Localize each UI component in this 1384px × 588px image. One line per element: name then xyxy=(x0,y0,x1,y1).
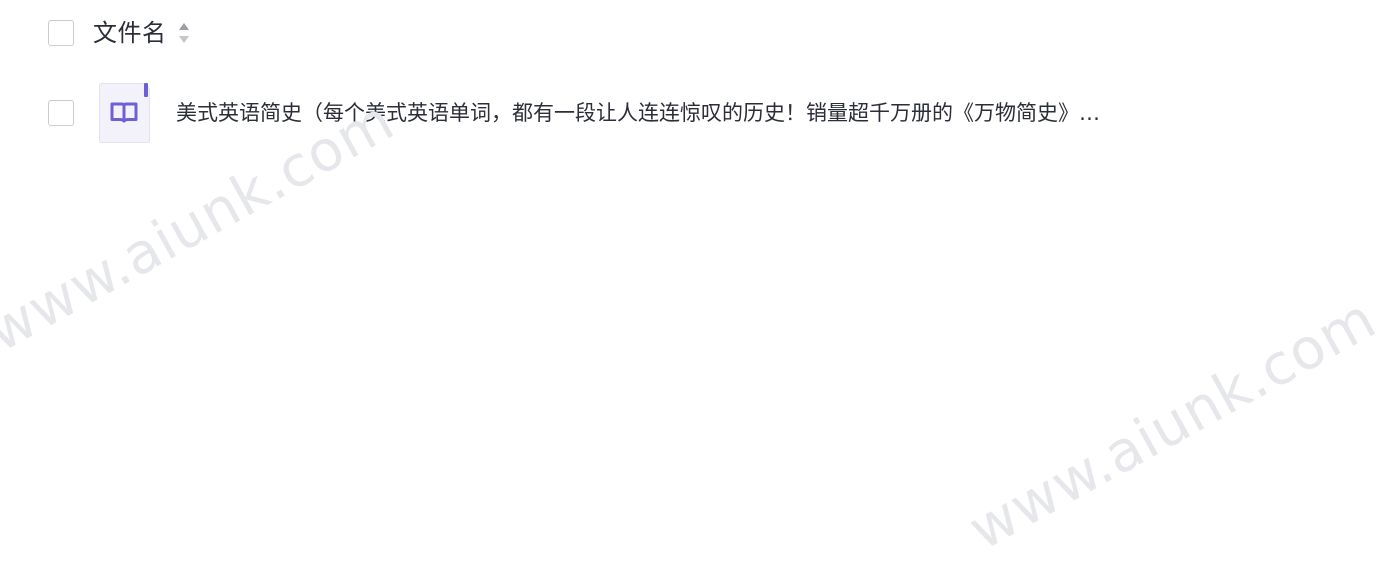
file-list-item[interactable]: 美式英语简史（每个美式英语单词，都有一段让人连连惊叹的历史！销量超千万册的《万物… xyxy=(48,82,1100,144)
book-file-icon[interactable] xyxy=(98,83,150,143)
file-list-page: 文件名 美式英语简史（每个美式英语单词，都有一段让人连连惊叹的历史！销量超千万册… xyxy=(0,0,1384,588)
filename-column-header[interactable]: 文件名 xyxy=(93,14,167,52)
file-list-header: 文件名 xyxy=(48,14,191,52)
file-select-checkbox[interactable] xyxy=(48,100,74,126)
file-name-link[interactable]: 美式英语简史（每个美式英语单词，都有一段让人连连惊叹的历史！销量超千万册的《万物… xyxy=(176,98,1100,128)
sort-caret-icon[interactable] xyxy=(177,21,191,45)
watermark-text: www.aiunk.com xyxy=(958,286,1384,563)
select-all-checkbox[interactable] xyxy=(48,20,74,46)
